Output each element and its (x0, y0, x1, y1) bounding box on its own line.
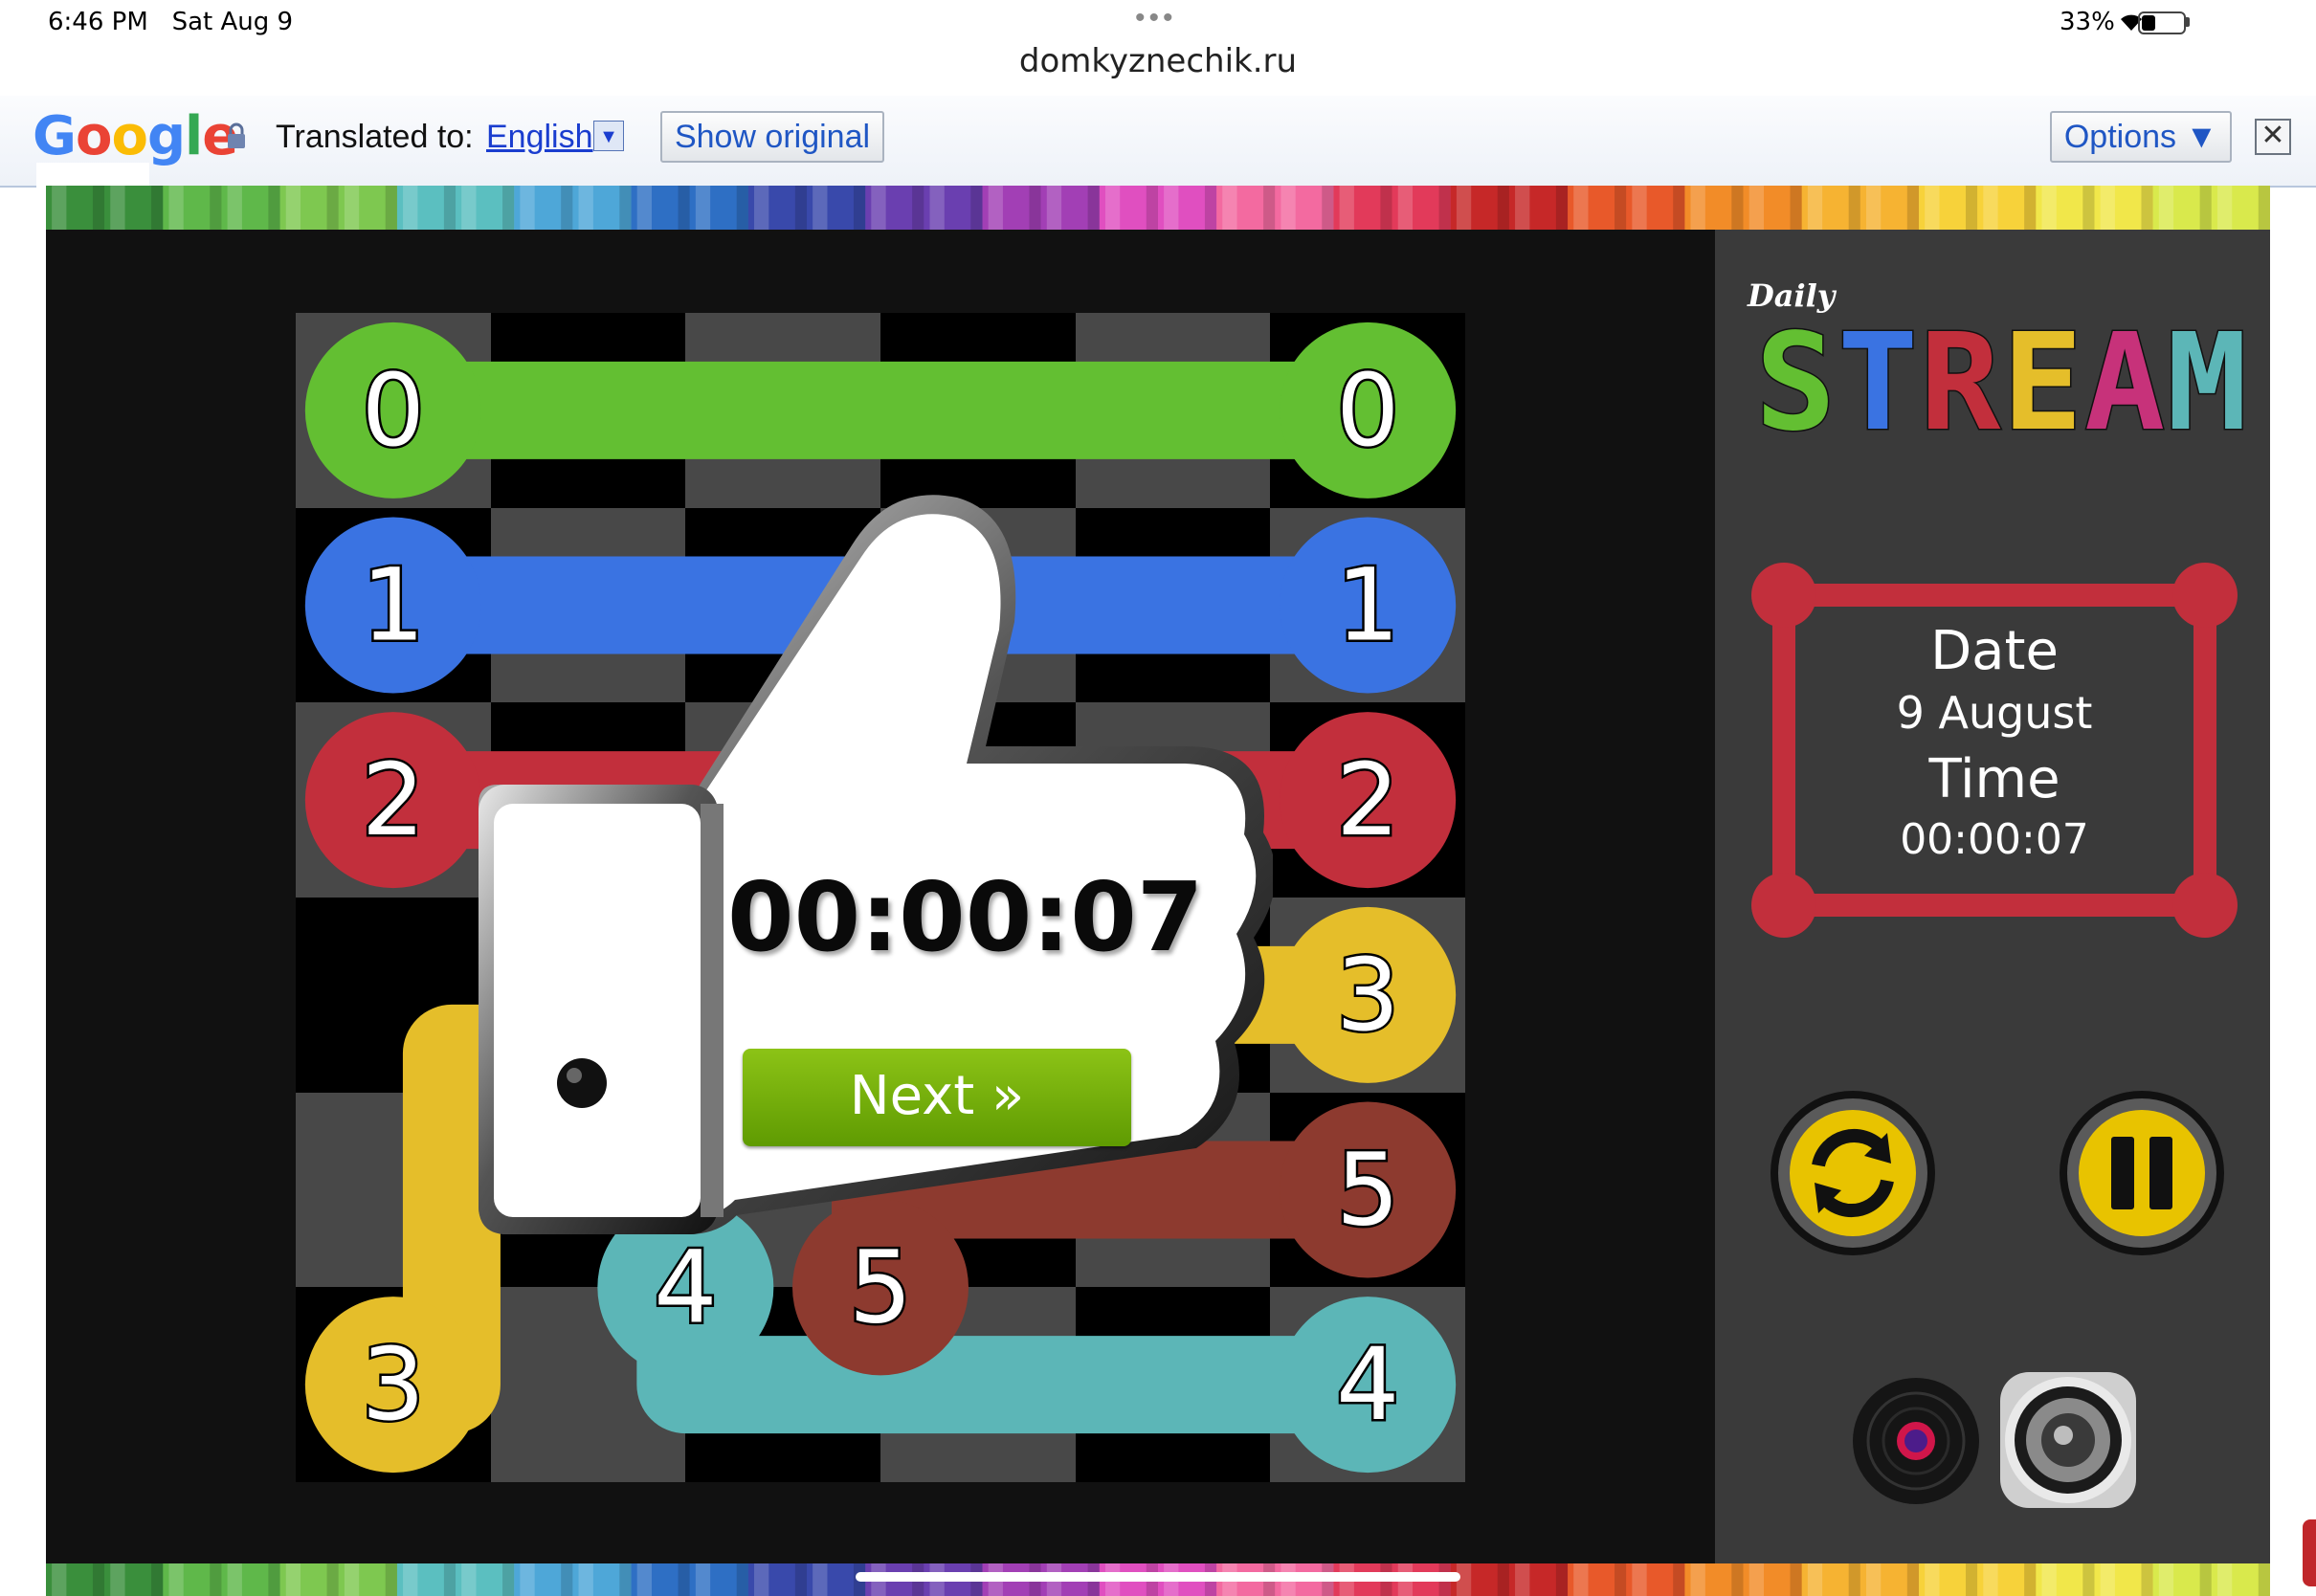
edge-tab[interactable] (2303, 1519, 2316, 1586)
stream-logo: STREAM (1754, 316, 2249, 450)
battery-icon (2138, 11, 2186, 34)
pencil-stripe-top (46, 186, 2270, 230)
completion-time: 00:00:07 (727, 861, 1204, 973)
status-time: 6:46 PM Sat Aug 9 (48, 8, 294, 36)
music-disc-icon[interactable] (1851, 1376, 1981, 1506)
flow-number: 1 (362, 547, 425, 664)
logo-daily-text: Daily (1748, 277, 1836, 314)
logo-letter: A (2084, 316, 2165, 450)
flow-number: 2 (1336, 742, 1399, 858)
refresh-icon[interactable] (1769, 1089, 1937, 1257)
close-icon[interactable]: ✕ (2255, 119, 2291, 155)
flow-number: 5 (1336, 1132, 1399, 1249)
pause-icon[interactable] (2058, 1089, 2226, 1257)
logo-letter: M (2167, 316, 2247, 450)
language-link[interactable]: English (486, 119, 593, 156)
status-bar: 6:46 PM Sat Aug 9 ••• domkyznechik.ru 33… (0, 0, 2316, 96)
flow-number: 0 (362, 352, 425, 469)
next-button[interactable]: Next » (743, 1049, 1131, 1146)
translated-to-label: Translated to: (276, 119, 474, 155)
flow-number: 0 (1336, 352, 1399, 469)
flow-number: 3 (1336, 937, 1399, 1053)
flow-number: 4 (1336, 1326, 1399, 1443)
flow-number: 2 (362, 742, 425, 858)
time-label: Time (1928, 748, 2060, 810)
logo-letter: R (1920, 316, 2001, 450)
language-dropdown-icon[interactable]: ▼ (593, 121, 624, 151)
flow-number: 3 (362, 1326, 425, 1443)
google-logo: Google (33, 105, 238, 167)
home-indicator[interactable] (856, 1572, 1460, 1582)
speaker-icon[interactable] (1996, 1368, 2140, 1512)
flow-number: 1 (1336, 547, 1399, 664)
logo-letter: E (2002, 316, 2082, 450)
date-label: Date (1930, 620, 2059, 682)
date-value: 9 August (1896, 687, 2093, 739)
time-value: 00:00:07 (1900, 815, 2089, 864)
lock-icon (228, 122, 245, 148)
url-label[interactable]: domkyznechik.ru (0, 42, 2316, 80)
battery-percent: 33% (2060, 8, 2115, 36)
show-original-button[interactable]: Show original (660, 111, 884, 163)
battery-tip (2186, 17, 2190, 27)
logo-letter: S (1755, 316, 1836, 450)
multitask-dots[interactable]: ••• (1135, 2, 1177, 34)
options-button[interactable]: Options ▼ (2050, 111, 2232, 163)
logo-letter: T (1837, 316, 1918, 450)
